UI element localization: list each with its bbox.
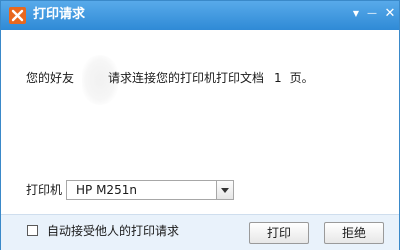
page-count: 1 <box>274 71 282 85</box>
app-logo-icon <box>9 7 26 24</box>
printer-label: 打印机 <box>26 183 63 197</box>
message-suffix: 页。 <box>289 71 314 85</box>
auto-accept-checkbox[interactable] <box>27 225 38 236</box>
dropdown-arrow-button[interactable] <box>216 181 233 199</box>
message-prefix: 您的好友 <box>26 71 75 85</box>
close-icon[interactable]: ✕ <box>381 5 399 23</box>
reject-button[interactable]: 拒绝 <box>324 222 384 244</box>
chevron-down-icon <box>221 188 229 193</box>
minimize-icon[interactable]: — <box>363 5 381 23</box>
message-middle: 请求连接您的打印机打印文档 <box>108 71 265 85</box>
dialog-footer: 自动接受他人的打印请求 打印 拒绝 <box>1 214 399 250</box>
window-title: 打印请求 <box>33 7 86 22</box>
printer-select[interactable]: HP M251n <box>66 180 234 200</box>
auto-accept-label[interactable]: 自动接受他人的打印请求 <box>47 223 179 239</box>
title-bar[interactable]: 打印请求 ▼ — ✕ <box>1 1 399 30</box>
request-message: 您的好友 请求连接您的打印机打印文档 1 页。 <box>26 69 314 87</box>
print-button[interactable]: 打印 <box>249 222 309 244</box>
printer-selected-value: HP M251n <box>76 183 137 197</box>
print-request-dialog: 打印请求 ▼ — ✕ 您的好友 请求连接您的打印机打印文档 1 页。 打印机 HP M… <box>0 0 400 250</box>
